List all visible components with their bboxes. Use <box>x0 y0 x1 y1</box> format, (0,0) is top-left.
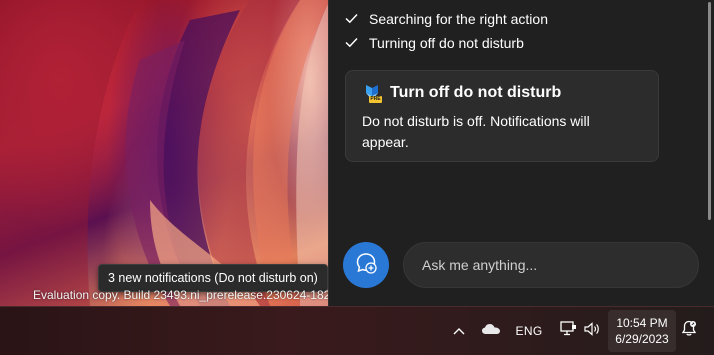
checkmark-icon <box>345 35 359 51</box>
action-card[interactable]: PRE Turn off do not disturb Do not distu… <box>345 70 659 162</box>
copilot-panel: Searching for the right action Turning o… <box>328 0 714 306</box>
volume-icon <box>584 321 600 341</box>
desktop-wallpaper: 3 new notifications (Do not disturb on) … <box>0 0 330 306</box>
step-label: Turning off do not disturb <box>369 35 524 51</box>
new-topic-button[interactable] <box>343 242 389 288</box>
show-hidden-icons-button[interactable] <box>448 307 470 355</box>
new-chat-icon <box>355 252 377 279</box>
preview-badge-label: PRE <box>370 96 381 102</box>
ask-input[interactable]: Ask me anything... <box>403 242 699 288</box>
onedrive-button[interactable] <box>478 307 504 355</box>
quick-settings-button[interactable] <box>553 307 607 355</box>
panel-scrollbar[interactable] <box>708 2 711 220</box>
clock-date: 6/29/2023 <box>615 332 669 346</box>
chevron-up-icon <box>453 322 465 340</box>
clock-time: 10:54 PM <box>616 316 668 330</box>
language-indicator[interactable]: ENG <box>512 307 546 355</box>
taskbar: ENG 10:54 PM 6/29/2023 <box>0 306 714 355</box>
step-label: Searching for the right action <box>369 11 548 27</box>
onedrive-cloud-icon <box>481 322 501 340</box>
card-header: PRE Turn off do not disturb <box>362 83 561 103</box>
notification-bell-dnd-icon <box>681 320 697 342</box>
checkmark-icon <box>345 11 359 27</box>
step-searching: Searching for the right action <box>345 11 548 27</box>
settings-app-icon: PRE <box>362 83 382 103</box>
step-turning-off: Turning off do not disturb <box>345 35 524 51</box>
network-icon <box>560 321 577 341</box>
card-title: Turn off do not disturb <box>390 84 562 101</box>
clock-button[interactable]: 10:54 PM 6/29/2023 <box>608 310 676 352</box>
wallpaper-art <box>0 0 330 306</box>
notification-center-button[interactable] <box>678 307 700 355</box>
evaluation-watermark: Evaluation copy. Build 23493.ni_prerelea… <box>33 288 330 302</box>
card-body: Do not disturb is off. Notifications wil… <box>362 113 590 150</box>
